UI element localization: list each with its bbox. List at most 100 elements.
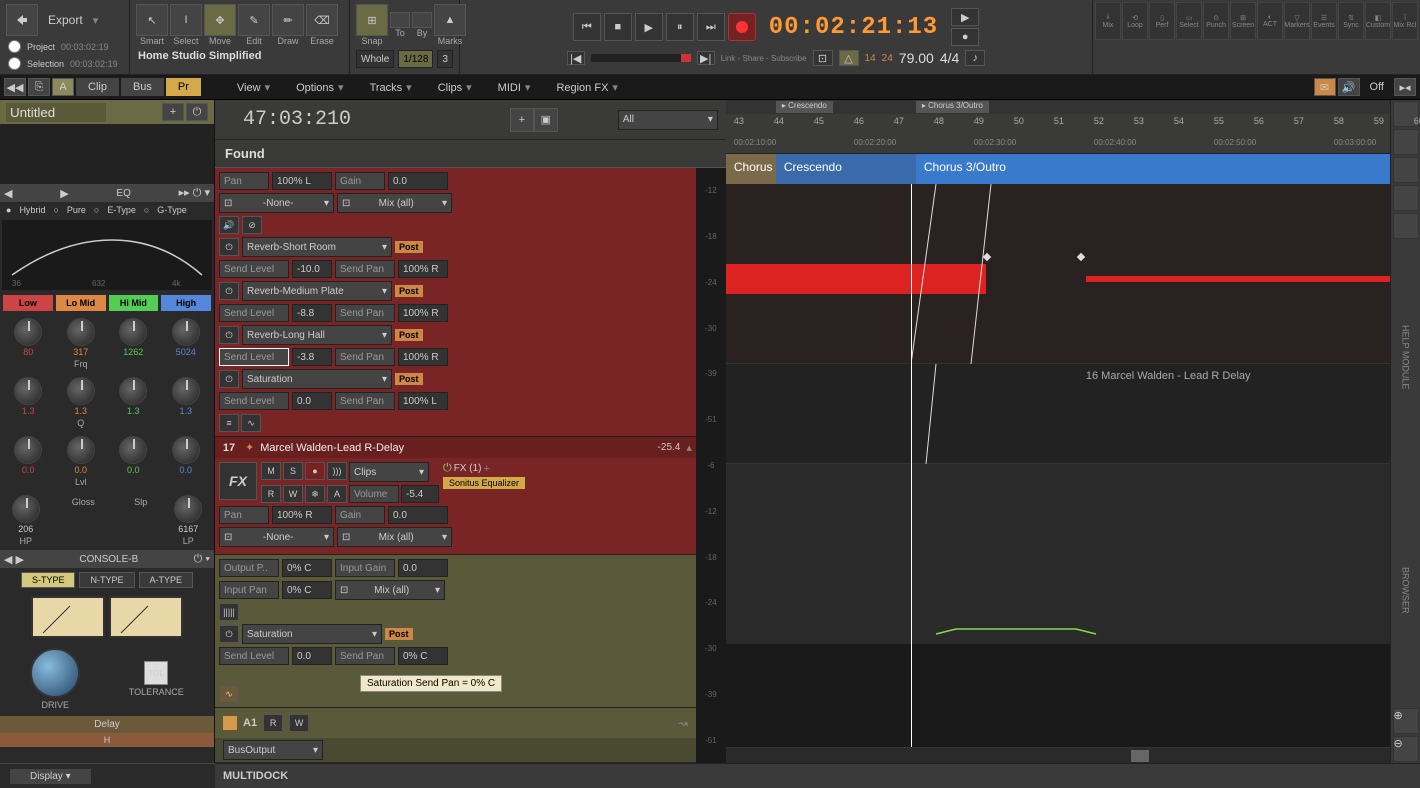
rt-btn-5[interactable] bbox=[1393, 213, 1419, 239]
play-btn[interactable]: ▶ bbox=[635, 13, 663, 41]
metronome-btn[interactable]: △ bbox=[839, 50, 859, 66]
gain-val-2[interactable]: 0.0 bbox=[388, 506, 448, 524]
vol-val-2[interactable]: -5.4 bbox=[401, 485, 439, 503]
arm-btn[interactable]: ● bbox=[305, 462, 325, 480]
output-dd-1[interactable]: ⊡-None-▾ bbox=[219, 193, 334, 213]
aux-play-btn[interactable]: ▶ bbox=[951, 8, 979, 26]
menu-options[interactable]: Options▾ bbox=[284, 78, 355, 97]
send-name-4[interactable]: Saturation▾ bbox=[242, 369, 392, 389]
frq-knob-1[interactable] bbox=[14, 318, 42, 346]
vert-punch-btn[interactable]: ⊙Punch bbox=[1203, 2, 1229, 40]
vert-custom-btn[interactable]: ◧Custom bbox=[1365, 2, 1391, 40]
snowflake-btn[interactable]: ❄ bbox=[305, 485, 325, 503]
band-lomid[interactable]: Lo Mid bbox=[56, 295, 106, 311]
display-dropdown[interactable]: Display ▾ bbox=[10, 769, 91, 784]
menu-regionfx[interactable]: Region FX▾ bbox=[544, 78, 630, 97]
send-name-2[interactable]: Reverb-Medium Plate▾ bbox=[242, 281, 392, 301]
in-val-3[interactable]: 0.0 bbox=[398, 559, 448, 577]
track-header-17[interactable]: 17 ✦ Marcel Walden-Lead R-Delay -25.4 ▴ bbox=[215, 437, 696, 458]
vert-sync-btn[interactable]: ⇅Sync bbox=[1338, 2, 1364, 40]
forward-btn[interactable]: ⏭ bbox=[697, 13, 725, 41]
tab-clip[interactable]: Clip bbox=[76, 78, 119, 96]
out-val-3[interactable]: 0% C bbox=[282, 559, 332, 577]
fit-btn[interactable]: ▣ bbox=[534, 108, 558, 132]
band-high[interactable]: High bbox=[161, 295, 211, 311]
draw-tool[interactable]: ✏ bbox=[272, 4, 304, 36]
title-input[interactable] bbox=[6, 103, 106, 122]
send-power-3[interactable]: ⏻ bbox=[219, 326, 239, 344]
vert-events-btn[interactable]: ☰Events bbox=[1311, 2, 1337, 40]
project-radio[interactable] bbox=[8, 40, 21, 53]
write-btn[interactable]: W bbox=[283, 485, 303, 503]
vert-loop-btn[interactable]: ⟲Loop bbox=[1122, 2, 1148, 40]
send-pan-3[interactable]: 100% R bbox=[398, 348, 448, 366]
screen-btn[interactable]: ⊡ bbox=[813, 50, 833, 66]
move-tool[interactable]: ✥ bbox=[204, 4, 236, 36]
snap-btn[interactable]: ⊞ bbox=[356, 4, 388, 36]
timesig-display[interactable]: 4/4 bbox=[940, 50, 959, 66]
band-himid[interactable]: Hi Mid bbox=[109, 295, 159, 311]
power-btn[interactable]: ⏻ bbox=[186, 103, 208, 121]
marker-crescendo[interactable]: ▸ Crescendo bbox=[776, 101, 833, 113]
post-btn-5[interactable]: Post bbox=[385, 628, 413, 640]
vert-mix-btn[interactable]: ⫰Mix bbox=[1095, 2, 1121, 40]
post-btn-3[interactable]: Post bbox=[395, 329, 423, 341]
record-btn[interactable] bbox=[728, 13, 756, 41]
console-stype[interactable]: S-TYPE bbox=[21, 572, 76, 588]
wave-icon[interactable]: ∿ bbox=[241, 414, 261, 432]
expand-icon[interactable]: ≡ bbox=[219, 414, 239, 432]
speaker-icon-1[interactable]: 🔊 bbox=[219, 216, 239, 234]
clips-dd[interactable]: Clips▾ bbox=[349, 462, 429, 482]
prev-marker-btn[interactable]: |◀ bbox=[567, 51, 585, 65]
menu-midi[interactable]: MIDI▾ bbox=[486, 78, 543, 97]
tempo-display[interactable]: 79.00 bbox=[899, 50, 934, 66]
lvl-knob-2[interactable] bbox=[67, 436, 95, 464]
waveform-area[interactable]: 16 Marcel Walden - Lead R Delay bbox=[726, 184, 1390, 747]
stop-btn[interactable]: ■ bbox=[604, 13, 632, 41]
selection-radio[interactable] bbox=[8, 57, 21, 70]
playhead[interactable] bbox=[911, 184, 912, 747]
send-power-4[interactable]: ⏻ bbox=[219, 370, 239, 388]
rewind-btn[interactable]: ⏮ bbox=[573, 13, 601, 41]
aux-rec-btn[interactable]: ● bbox=[951, 28, 979, 46]
send-power-5[interactable]: ⏻ bbox=[219, 625, 239, 643]
pan-value-1[interactable]: 100% L bbox=[272, 172, 332, 190]
browser-label[interactable]: BROWSER bbox=[1391, 474, 1420, 708]
echo-btn[interactable]: ))) bbox=[327, 462, 347, 480]
pan-val-2[interactable]: 100% R bbox=[272, 506, 332, 524]
help-module-label[interactable]: HELP MODULE bbox=[1391, 240, 1420, 474]
a-btn[interactable]: A bbox=[327, 485, 347, 503]
vert-select-btn[interactable]: ▭Select bbox=[1176, 2, 1202, 40]
snap-by-btn[interactable] bbox=[412, 12, 432, 28]
audio-clip-2[interactable] bbox=[1086, 276, 1390, 282]
hp-knob[interactable] bbox=[12, 495, 40, 523]
q-knob-2[interactable] bbox=[67, 377, 95, 405]
menu-clips[interactable]: Clips▾ bbox=[426, 78, 484, 97]
console-ntype[interactable]: N-TYPE bbox=[79, 572, 134, 588]
vert-mixrcl-btn[interactable]: ⫱Mix Rcl bbox=[1392, 2, 1418, 40]
smart-tool[interactable]: ↖ bbox=[136, 4, 168, 36]
snap-to-btn[interactable] bbox=[390, 12, 410, 28]
menu-back-btn[interactable]: ◀◀ bbox=[4, 78, 26, 96]
rt-zoom-2[interactable]: ⊖ bbox=[1393, 736, 1419, 762]
post-btn-4[interactable]: Post bbox=[395, 373, 423, 385]
rt-zoom-1[interactable]: ⊕ bbox=[1393, 708, 1419, 734]
console-atype[interactable]: A-TYPE bbox=[139, 572, 194, 588]
bus-r[interactable]: R bbox=[263, 714, 283, 732]
menu-tracks[interactable]: Tracks▾ bbox=[358, 78, 424, 97]
snap-mode[interactable]: Whole bbox=[356, 50, 394, 68]
pause-btn[interactable]: ⏸ bbox=[666, 13, 694, 41]
rt-btn-2[interactable] bbox=[1393, 129, 1419, 155]
next-marker-btn[interactable]: ▶| bbox=[697, 51, 715, 65]
bus-w[interactable]: W bbox=[289, 714, 309, 732]
undo-btn[interactable] bbox=[6, 4, 38, 36]
frq-knob-2[interactable] bbox=[67, 318, 95, 346]
mix-dd-2[interactable]: ⊡Mix (all)▾ bbox=[337, 527, 452, 547]
export-btn[interactable]: Export bbox=[40, 9, 91, 31]
send-pan-1[interactable]: 100% R bbox=[398, 260, 448, 278]
erase-tool[interactable]: ⌫ bbox=[306, 4, 338, 36]
send-power-1[interactable]: ⏻ bbox=[219, 238, 239, 256]
send-name-5[interactable]: Saturation▾ bbox=[242, 624, 382, 644]
eq-type-g[interactable]: G-Type bbox=[157, 205, 187, 215]
send-level-1[interactable]: -10.0 bbox=[292, 260, 332, 278]
